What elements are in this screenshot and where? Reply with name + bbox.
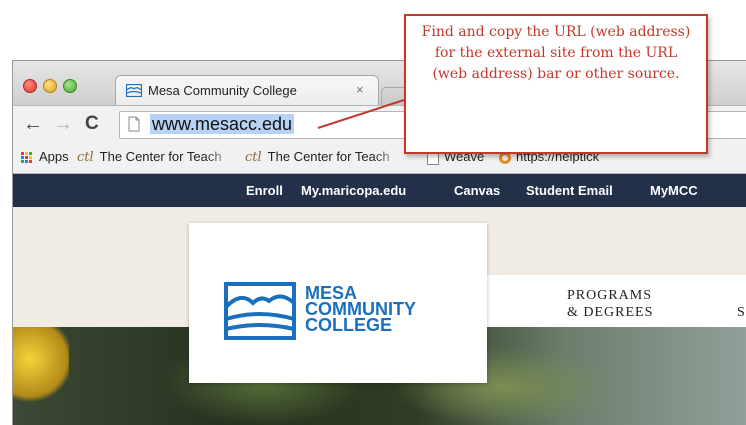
url-text[interactable]: www.mesacc.edu [150, 114, 295, 134]
menu-line: PROGRAMS [567, 288, 653, 303]
site-logo[interactable]: MESA COMMUNITY COLLEGE [189, 223, 487, 383]
callout-text: Find and copy the URL (web address) for … [421, 24, 691, 82]
menu-line: & DEGREES [567, 305, 654, 320]
apps-grid-icon [21, 151, 33, 164]
bookmark-label: Apps [39, 149, 69, 164]
instruction-callout: Find and copy the URL (web address) for … [404, 14, 708, 154]
nav-enroll[interactable]: Enroll [246, 183, 283, 198]
nav-mymaricopa[interactable]: My.maricopa.edu [301, 183, 406, 198]
logo-wordmark: MESA COMMUNITY COLLEGE [305, 284, 416, 335]
bookmark-center-for-teaching-2[interactable]: ctl The Center for Teach [245, 149, 405, 165]
mesa-logo-icon [224, 282, 296, 340]
back-button[interactable]: ← [23, 114, 43, 134]
menu-programs-degrees[interactable]: PROGRAMS & DEGREES [567, 287, 653, 321]
page-icon [128, 116, 140, 132]
tab-title: Mesa Community College [148, 83, 297, 98]
bookmark-label: The Center for Teach [267, 149, 390, 164]
zoom-window-button[interactable] [63, 79, 77, 93]
flower-image [13, 327, 69, 407]
ctl-logo-icon: ctl [77, 150, 94, 165]
menu-next-item[interactable]: S [737, 304, 746, 321]
reload-button[interactable]: C [85, 114, 99, 134]
tab-close-icon[interactable]: × [356, 82, 364, 97]
tab-mesa-community-college[interactable]: Mesa Community College × [115, 75, 379, 106]
site-main-menu: PROGRAMS & DEGREES S [487, 275, 746, 327]
minimize-window-button[interactable] [43, 79, 57, 93]
logo-line: COLLEGE [305, 315, 393, 335]
forward-button[interactable]: → [53, 114, 73, 134]
nav-canvas[interactable]: Canvas [454, 183, 500, 198]
nav-mymcc[interactable]: MyMCC [650, 183, 698, 198]
bookmark-label: The Center for Teach [99, 149, 222, 164]
ctl-logo-icon: ctl [245, 150, 262, 165]
site-top-nav: Enroll My.maricopa.edu Canvas Student Em… [13, 174, 746, 207]
bookmark-apps[interactable]: Apps [21, 149, 69, 164]
close-window-button[interactable] [23, 79, 37, 93]
nav-student-email[interactable]: Student Email [526, 183, 613, 198]
mesa-favicon-icon [126, 84, 142, 97]
bookmark-center-for-teaching-1[interactable]: ctl The Center for Teach [77, 149, 237, 165]
